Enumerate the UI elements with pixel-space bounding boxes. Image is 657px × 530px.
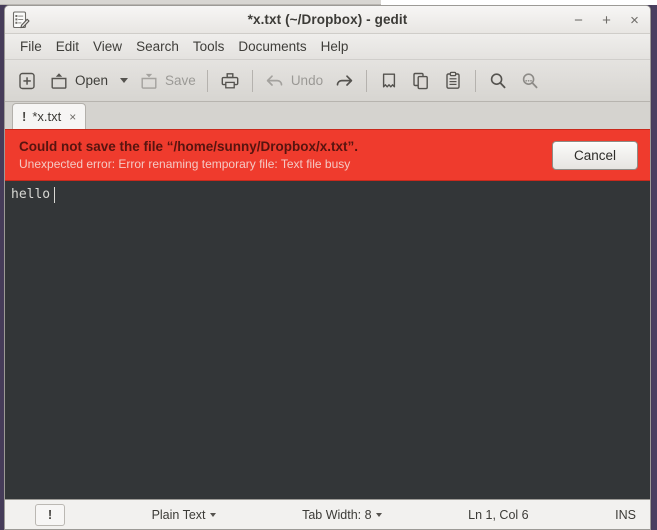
error-title: Could not save the file “/home/sunny/Dro…: [19, 139, 359, 154]
tab-x-txt[interactable]: ! *x.txt ×: [12, 103, 87, 129]
cut-button[interactable]: [373, 65, 405, 97]
undo-button[interactable]: Undo: [259, 65, 328, 97]
paste-icon: [442, 70, 464, 92]
toolbar-separator-2: [251, 69, 253, 92]
cut-icon: [378, 70, 400, 92]
tab-warning-icon: !: [22, 109, 27, 124]
editor-text[interactable]: hello: [5, 181, 650, 203]
tab-bar: ! *x.txt ×: [5, 102, 650, 129]
chevron-down-icon: [209, 512, 216, 517]
chevron-down-icon: [375, 512, 382, 517]
menu-tools[interactable]: Tools: [186, 37, 232, 56]
save-button-label: Save: [165, 73, 196, 88]
print-button[interactable]: [214, 65, 246, 97]
menubar: File Edit View Search Tools Documents He…: [5, 34, 650, 60]
chevron-down-icon: [120, 78, 129, 83]
close-button[interactable]: ×: [627, 13, 642, 28]
tab-label: *x.txt: [32, 109, 62, 124]
tab-width-selector[interactable]: Tab Width: 8: [302, 507, 382, 522]
error-infobar: Could not save the file “/home/sunny/Dro…: [5, 129, 650, 181]
save-icon: [138, 70, 160, 92]
cursor-position: Ln 1, Col 6: [468, 507, 529, 522]
gedit-document-icon: [10, 9, 32, 31]
menu-file[interactable]: File: [13, 37, 49, 56]
open-button[interactable]: Open: [43, 65, 113, 97]
desktop-right-sliver: [652, 5, 657, 530]
error-infobar-texts: Could not save the file “/home/sunny/Dro…: [19, 139, 552, 171]
statusbar: ! Plain Text Tab Width: 8 Ln 1, Col 6 IN…: [5, 500, 650, 529]
find-replace-button[interactable]: [514, 65, 546, 97]
save-button[interactable]: Save: [133, 65, 201, 97]
tab-close-icon[interactable]: ×: [67, 110, 76, 124]
undo-button-label: Undo: [290, 73, 324, 88]
language-selector[interactable]: Plain Text: [152, 508, 216, 522]
menu-help[interactable]: Help: [314, 37, 356, 56]
toolbar: Open Save Undo: [5, 60, 650, 102]
undo-arrow-icon: [264, 70, 286, 92]
open-folder-icon: [48, 70, 70, 92]
print-icon: [219, 70, 241, 92]
window-title: *x.txt (~/Dropbox) - gedit: [247, 12, 408, 27]
menu-search[interactable]: Search: [129, 37, 186, 56]
error-message: Unexpected error: Error renaming tempora…: [19, 157, 351, 171]
open-dropdown-button[interactable]: [113, 65, 133, 97]
gedit-window: *x.txt (~/Dropbox) - gedit − + × File Ed…: [4, 5, 651, 530]
redo-button[interactable]: [328, 65, 360, 97]
paste-button[interactable]: [437, 65, 469, 97]
titlebar: *x.txt (~/Dropbox) - gedit − + ×: [5, 6, 650, 34]
find-replace-icon: [519, 70, 541, 92]
menu-documents[interactable]: Documents: [231, 37, 313, 56]
new-document-icon: [16, 70, 38, 92]
open-button-label: Open: [75, 73, 109, 88]
copy-button[interactable]: [405, 65, 437, 97]
menu-view[interactable]: View: [86, 37, 129, 56]
new-document-button[interactable]: [11, 65, 43, 97]
toolbar-separator-4: [475, 69, 477, 92]
cancel-button[interactable]: Cancel: [552, 140, 638, 170]
toolbar-separator-3: [366, 69, 368, 92]
insert-mode-indicator: INS: [615, 507, 637, 522]
language-label: Plain Text: [151, 507, 206, 522]
tab-width-label: Tab Width: 8: [302, 507, 372, 522]
desktop-background: *x.txt (~/Dropbox) - gedit − + × File Ed…: [0, 0, 657, 530]
editor-area[interactable]: hello: [5, 181, 650, 500]
find-button[interactable]: [482, 65, 514, 97]
text-caret: [54, 187, 55, 203]
maximize-button[interactable]: +: [599, 13, 614, 28]
window-controls: − + ×: [571, 6, 642, 34]
redo-arrow-icon: [333, 70, 355, 92]
status-warning-button[interactable]: !: [35, 503, 65, 526]
menu-edit[interactable]: Edit: [49, 37, 86, 56]
search-icon: [487, 70, 509, 92]
copy-icon: [410, 70, 432, 92]
toolbar-separator-1: [206, 69, 208, 92]
minimize-button[interactable]: −: [571, 13, 586, 28]
